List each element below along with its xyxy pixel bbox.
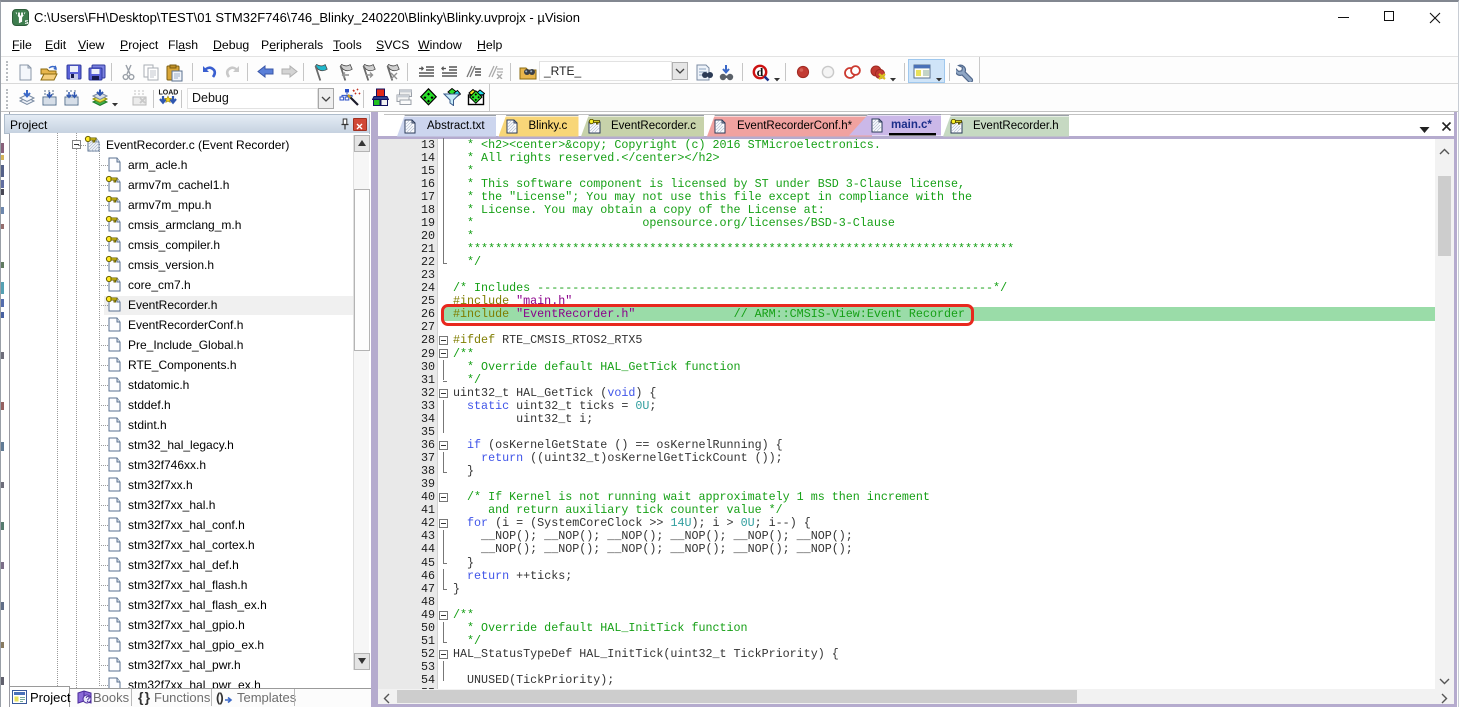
svg-text:?: ? (85, 695, 90, 704)
svg-text:s: s (25, 19, 29, 26)
